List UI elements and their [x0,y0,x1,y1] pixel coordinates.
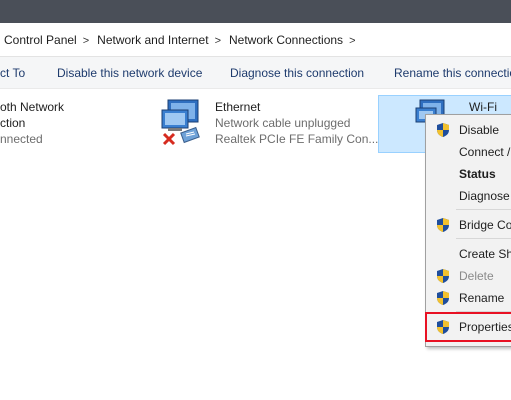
chevron-right-icon[interactable]: > [83,35,89,47]
breadcrumb-network-connections[interactable]: Network Connections [229,33,343,47]
menu-item-status[interactable]: Status [426,164,511,184]
menu-item-rename[interactable]: Rename [426,288,511,308]
rename-connection-button[interactable]: Rename this connectio [394,66,511,80]
address-bar[interactable]: Control Panel > Network and Internet > Netwo… [0,23,511,57]
menu-separator [456,238,511,239]
menu-item-diagnose[interactable]: Diagnose [426,186,511,206]
menu-item-disable[interactable]: Disable [426,120,511,140]
disable-device-button[interactable]: Disable this network device [57,66,202,80]
wifi-name: Wi-Fi [469,100,497,114]
window-titlebar [0,0,511,23]
menu-item-create-shortcut[interactable]: Create Sh [426,244,511,264]
breadcrumb: Control Panel > Network and Internet > Netwo… [4,33,364,47]
uac-shield-icon [437,291,449,305]
uac-shield-icon [437,218,449,232]
breadcrumb-control-panel[interactable]: Control Panel [4,33,77,47]
diagnose-connection-button[interactable]: Diagnose this connection [230,66,364,80]
properties-highlight-outline [425,312,511,342]
uac-shield-icon [437,123,449,137]
bluetooth-name-line2: ction [0,116,26,130]
chevron-right-icon[interactable]: > [349,35,355,47]
command-bar: ct To Disable this network device Diagno… [0,57,511,89]
ethernet-status: Network cable unplugged [215,116,351,130]
chevron-right-icon[interactable]: > [215,35,221,47]
ethernet-name: Ethernet [215,100,261,114]
disconnected-x-icon [162,132,176,146]
menu-item-connect[interactable]: Connect / [426,142,511,162]
connect-to-button[interactable]: ct To [0,66,25,80]
menu-separator [456,209,511,210]
uac-shield-icon [437,269,449,283]
menu-item-delete: Delete [426,266,511,286]
bluetooth-status: nnected [0,132,43,146]
bluetooth-name-line1: oth Network [0,100,65,114]
menu-item-bridge-connections[interactable]: Bridge Co [426,215,511,235]
breadcrumb-network-and-internet[interactable]: Network and Internet [97,33,208,47]
ethernet-device: Realtek PCIe FE Family Con... [215,132,379,146]
